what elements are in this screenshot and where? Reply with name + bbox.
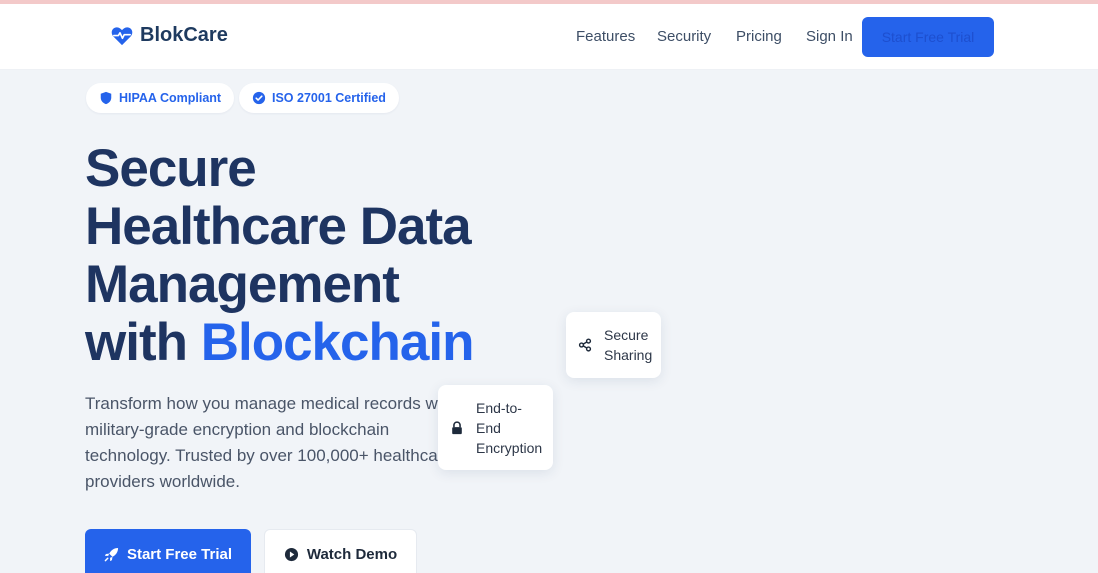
secure-sharing-label: Secure Sharing	[604, 327, 653, 363]
nav-link-pricing[interactable]: Pricing	[736, 28, 782, 45]
nav-link-security[interactable]: Security	[657, 28, 711, 45]
hero-title-line-3: Management	[85, 255, 400, 314]
hero-description: Transform how you manage medical records…	[85, 394, 456, 491]
hipaa-badge: HIPAA Compliant	[86, 83, 235, 113]
secure-sharing-card: Secure Sharing	[566, 312, 661, 378]
shield-icon	[100, 91, 112, 105]
hero-title-line-2: Healthcare Data	[85, 197, 472, 256]
start-free-trial-button[interactable]: Start Free Trial	[85, 529, 251, 573]
nav-start-trial-button[interactable]: Start Free Trial	[862, 17, 994, 57]
watch-demo-label: Watch Demo	[306, 545, 398, 563]
hipaa-badge-label: HIPAA Compliant	[119, 91, 222, 105]
check-circle-icon	[252, 91, 266, 105]
hero-title-line-1: Secure	[85, 139, 257, 198]
hero-title-line-4: with	[85, 313, 201, 372]
navbar: BlokCare Features Security Pricing Sign …	[0, 4, 1098, 70]
rocket-icon	[104, 547, 119, 561]
iso-badge: ISO 27001 Certified	[239, 83, 399, 113]
iso-badge-label: ISO 27001 Certified	[272, 91, 386, 105]
play-circle-icon	[284, 547, 298, 561]
hero-title: Secure Healthcare Data Management with B…	[85, 140, 605, 372]
start-free-trial-label: Start Free Trial	[126, 545, 233, 563]
brand-name: BlokCare	[140, 24, 228, 46]
watch-demo-button[interactable]: Watch Demo	[264, 529, 417, 573]
brand-logo[interactable]: BlokCare	[111, 24, 228, 47]
nav-link-sign-in[interactable]: Sign In	[806, 28, 853, 45]
nav-link-features[interactable]: Features	[576, 28, 635, 45]
lock-icon	[452, 420, 462, 434]
encryption-card: End-to-End Encryption	[438, 385, 553, 470]
encryption-label: End-to-End Encryption	[476, 399, 543, 456]
share-icon	[578, 338, 592, 352]
hero-title-accent: Blockchain	[200, 313, 475, 372]
heart-pulse-icon	[111, 26, 133, 45]
